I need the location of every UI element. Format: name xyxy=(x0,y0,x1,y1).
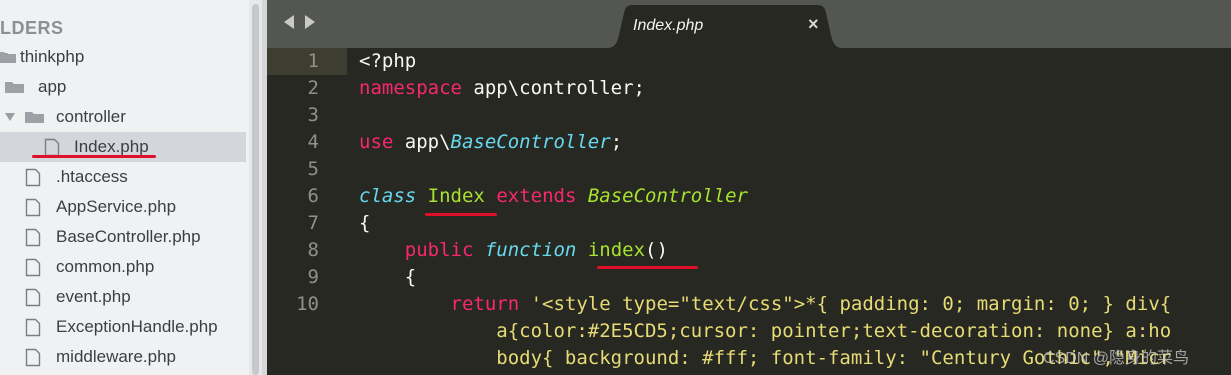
code-token: public xyxy=(404,239,474,261)
code-token: ; xyxy=(610,131,623,153)
code-token: use xyxy=(359,131,394,153)
folder-open-icon xyxy=(5,82,24,93)
code-line: namespace app\controller; xyxy=(359,77,645,99)
tree-file-basecontroller[interactable]: BaseController.php xyxy=(0,222,246,252)
tree-file-htaccess[interactable]: .htaccess xyxy=(0,162,246,192)
code-token: namespace xyxy=(359,77,462,99)
tree-label: BaseController.php xyxy=(56,227,201,246)
code-token: index xyxy=(587,239,646,261)
code-editor[interactable]: 1 2 3 4 5 6 7 8 9 10 <?php namespace app… xyxy=(267,48,1231,375)
tab-bar: Index.php × xyxy=(267,0,1231,48)
code-token: '<style type="text/css">*{ padding: 0; m… xyxy=(530,293,1172,315)
line-number: 10 xyxy=(296,293,319,315)
code-line: { xyxy=(359,212,370,234)
sidebar: LDERS thinkphp app controller Index.php … xyxy=(0,0,246,375)
code-token: { xyxy=(359,266,417,288)
file-icon xyxy=(25,258,41,277)
tree-file-event[interactable]: event.php xyxy=(0,282,246,312)
sidebar-scrollbar[interactable] xyxy=(249,0,262,375)
code-line: { xyxy=(359,266,416,288)
tab-title: Index.php xyxy=(633,17,704,34)
tree-folder-thinkphp[interactable]: thinkphp xyxy=(0,42,246,72)
tree-label: Index.php xyxy=(74,137,149,156)
watermark: CSDN @隐身的菜鸟 xyxy=(1043,350,1190,367)
code-line: <?php xyxy=(359,50,416,72)
code-line: use app\BaseController; xyxy=(359,131,622,153)
line-number: 1 xyxy=(307,50,319,72)
line-number: 5 xyxy=(307,158,319,180)
tree-label: thinkphp xyxy=(20,47,85,66)
folder-open-icon xyxy=(0,52,16,63)
line-number: 9 xyxy=(307,266,319,288)
tree-label: common.php xyxy=(56,257,155,276)
code-token: app\controller; xyxy=(461,77,645,99)
tree-folder-app[interactable]: app xyxy=(0,72,246,102)
code-token: Index xyxy=(427,185,485,207)
chevron-left-icon[interactable] xyxy=(284,15,294,29)
code-token: app\ xyxy=(393,131,451,153)
file-icon xyxy=(25,288,41,307)
code-line: return '<style type="text/css">*{ paddin… xyxy=(359,293,1172,315)
tree-file-common[interactable]: common.php xyxy=(0,252,246,282)
red-underline-annotation xyxy=(32,155,156,158)
file-icon xyxy=(25,228,41,247)
chevron-down-icon[interactable] xyxy=(5,113,15,121)
code-line: public function index() xyxy=(359,239,668,261)
tree-file-middleware[interactable]: middleware.php xyxy=(0,342,246,372)
code-token: a{color:#2E5CD5;cursor: pointer;text-dec… xyxy=(359,320,1172,342)
tree-label: middleware.php xyxy=(56,347,177,366)
line-number: 4 xyxy=(307,131,319,153)
code-token: BaseController xyxy=(450,131,611,153)
file-icon xyxy=(25,348,41,367)
code-token: extends xyxy=(496,185,577,207)
line-number: 3 xyxy=(307,104,319,126)
tree-label: app xyxy=(38,77,67,96)
code-token: class xyxy=(359,185,417,207)
code-token: <?php xyxy=(359,50,417,72)
tree-label: controller xyxy=(56,107,126,126)
tree-label: .htaccess xyxy=(56,167,128,186)
tree-label: AppService.php xyxy=(56,197,177,216)
tree-label: ExceptionHandle.php xyxy=(56,317,218,336)
file-icon xyxy=(25,318,41,337)
close-icon[interactable]: × xyxy=(808,14,819,35)
code-line: class Index extends BaseController xyxy=(359,185,748,207)
tree-file-appservice[interactable]: AppService.php xyxy=(0,192,246,222)
line-number: 6 xyxy=(307,185,319,207)
code-token: function xyxy=(484,239,577,261)
line-number: 7 xyxy=(307,212,319,234)
code-token: BaseController xyxy=(587,185,748,207)
file-icon xyxy=(25,198,41,217)
red-underline-annotation xyxy=(425,213,497,216)
red-underline-annotation xyxy=(597,266,698,269)
chevron-right-icon[interactable] xyxy=(305,15,315,29)
code-token: { xyxy=(359,212,371,234)
folder-open-icon xyxy=(25,112,44,123)
code-token: return xyxy=(450,293,520,315)
tree-folder-controller[interactable]: controller xyxy=(0,102,246,132)
sidebar-header: LDERS xyxy=(0,18,64,38)
code-line: a{color:#2E5CD5;cursor: pointer;text-dec… xyxy=(359,320,1171,342)
code-token: () xyxy=(645,239,668,261)
file-icon xyxy=(25,168,41,187)
tab-index-php[interactable]: Index.php × xyxy=(607,5,843,48)
line-number: 8 xyxy=(307,239,319,261)
line-number: 2 xyxy=(307,77,319,99)
tree-label: event.php xyxy=(56,287,131,306)
scrollbar-thumb[interactable] xyxy=(252,4,259,375)
tree-file-exceptionhandle[interactable]: ExceptionHandle.php xyxy=(0,312,246,342)
